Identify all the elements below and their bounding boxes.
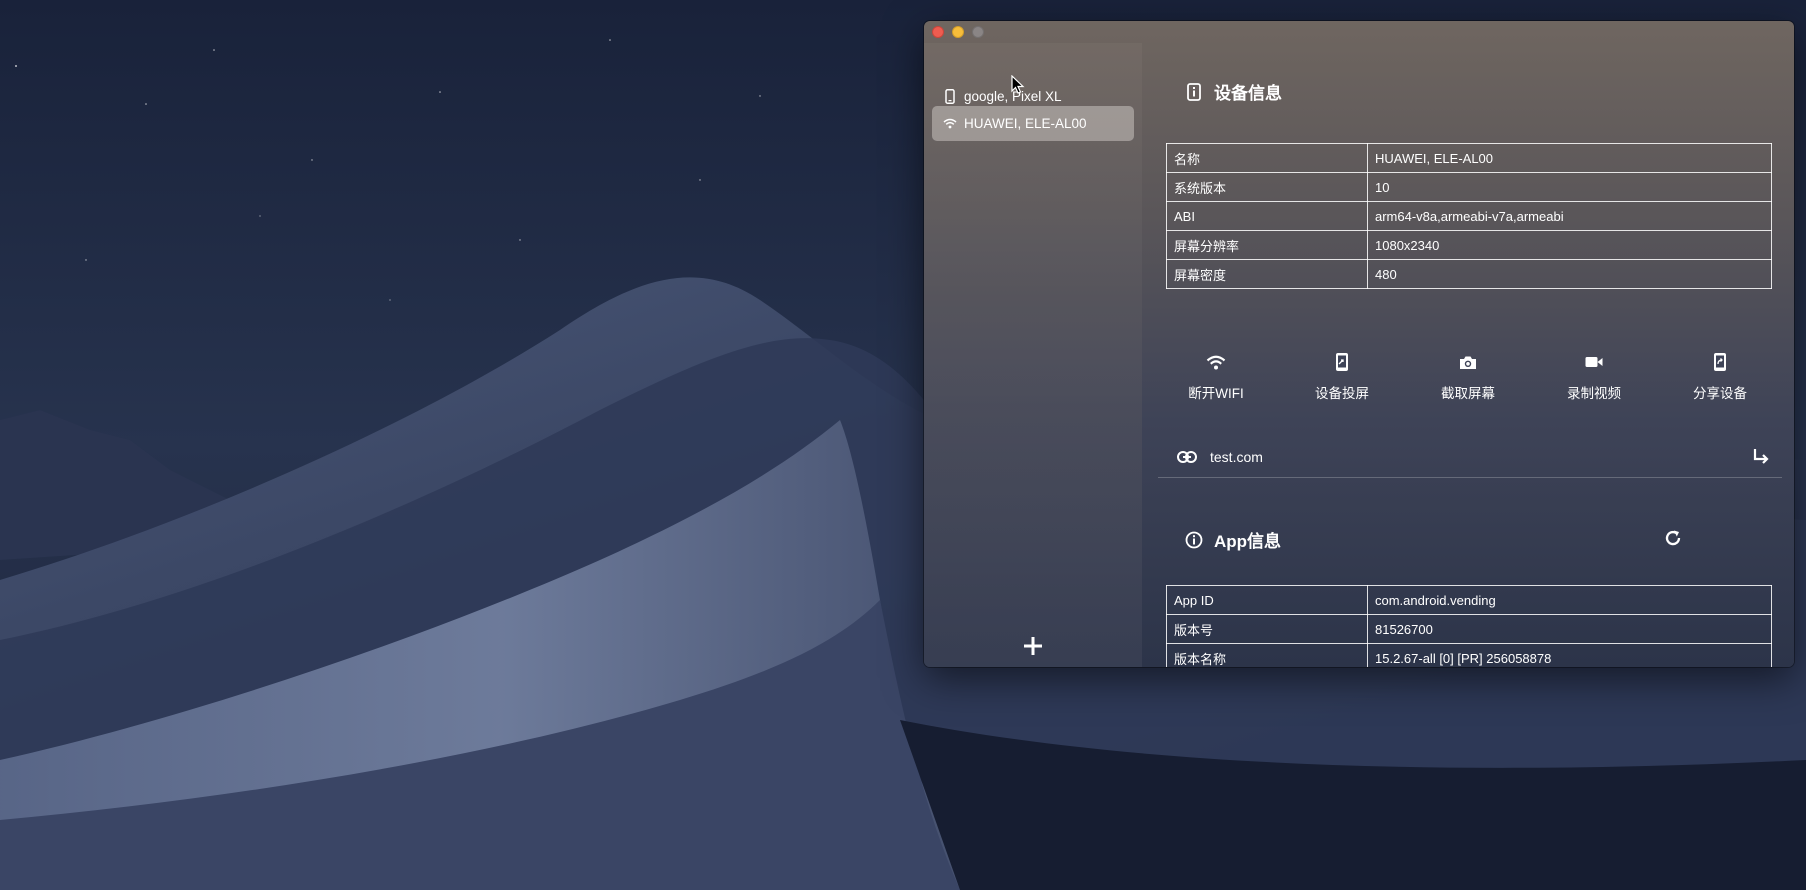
minimize-window-button[interactable] (952, 26, 964, 38)
device-name: HUAWEI, ELE-AL00 (964, 116, 1087, 131)
refresh-button[interactable] (1662, 527, 1684, 549)
wifi-icon (1205, 351, 1227, 373)
main-panel: 设备信息 名称 HUAWEI, ELE-AL00 系统版本 10 ABI arm64-… (1142, 43, 1794, 667)
action-label: 录制视频 (1567, 386, 1621, 401)
add-device-button[interactable] (1020, 633, 1046, 659)
link-row[interactable]: test.com (1158, 437, 1782, 478)
device-actions: 断开WIFI 设备投屏 截取屏幕 录制视频 分享设备 (1166, 351, 1786, 421)
table-row: App ID com.android.vending (1166, 585, 1772, 615)
device-item-huawei[interactable]: HUAWEI, ELE-AL00 (932, 106, 1134, 141)
section-title: 设备信息 (1214, 84, 1282, 103)
device-sidebar: google, Pixel XL HUAWEI, ELE-AL00 (924, 43, 1142, 667)
link-text: test.com (1210, 449, 1263, 465)
close-window-button[interactable] (932, 26, 944, 38)
wifi-icon (942, 116, 958, 132)
info-circle-icon (1184, 530, 1204, 550)
row-label: 屏幕密度 (1166, 259, 1368, 289)
table-row: 版本号 81526700 (1166, 614, 1772, 644)
window-titlebar[interactable] (924, 21, 1794, 43)
table-row: 屏幕分辨率 1080x2340 (1166, 230, 1772, 260)
table-row: 版本名称 15.2.67-all [0] [PR] 256058878 (1166, 643, 1772, 667)
row-value: 81526700 (1367, 614, 1772, 644)
row-label: 系统版本 (1166, 172, 1368, 202)
action-label: 截取屏幕 (1441, 386, 1495, 401)
screenshot-button[interactable]: 截取屏幕 (1418, 351, 1518, 402)
row-label: 版本号 (1166, 614, 1368, 644)
video-camera-icon (1583, 351, 1605, 373)
row-label: ABI (1166, 201, 1368, 231)
row-value: com.android.vending (1367, 585, 1772, 615)
device-info-icon (1184, 82, 1204, 102)
disconnect-wifi-button[interactable]: 断开WIFI (1166, 351, 1266, 402)
section-title: App信息 (1214, 532, 1282, 551)
zoom-window-button[interactable] (972, 26, 984, 38)
link-icon (1176, 447, 1198, 467)
app-window: google, Pixel XL HUAWEI, ELE-AL00 设备信息 名… (924, 21, 1794, 667)
action-label: 分享设备 (1693, 386, 1747, 401)
arrow-turn-right-icon[interactable] (1750, 445, 1772, 467)
table-row: ABI arm64-v8a,armeabi-v7a,armeabi (1166, 201, 1772, 231)
row-value: 480 (1367, 259, 1772, 289)
row-value: 15.2.67-all [0] [PR] 256058878 (1367, 643, 1772, 667)
table-row: 系统版本 10 (1166, 172, 1772, 202)
row-value: 10 (1367, 172, 1772, 202)
table-row: 名称 HUAWEI, ELE-AL00 (1166, 143, 1772, 173)
device-info-header: 设备信息 (1184, 79, 1282, 104)
phone-icon (942, 89, 958, 105)
share-device-button[interactable]: 分享设备 (1670, 351, 1770, 402)
app-info-header: App信息 (1184, 527, 1281, 552)
action-label: 断开WIFI (1188, 386, 1244, 401)
mouse-cursor-icon (1011, 75, 1025, 94)
plus-icon (1024, 637, 1042, 655)
screen-mirror-icon (1331, 351, 1353, 373)
screen-mirror-button[interactable]: 设备投屏 (1292, 351, 1392, 402)
row-value: 1080x2340 (1367, 230, 1772, 260)
camera-icon (1457, 351, 1479, 373)
row-label: App ID (1166, 585, 1368, 615)
row-label: 屏幕分辨率 (1166, 230, 1368, 260)
row-value: arm64-v8a,armeabi-v7a,armeabi (1367, 201, 1772, 231)
table-row: 屏幕密度 480 (1166, 259, 1772, 289)
share-device-icon (1709, 351, 1731, 373)
app-info-table: App ID com.android.vending 版本号 81526700 版本… (1166, 585, 1772, 667)
refresh-icon (1665, 530, 1681, 546)
row-value: HUAWEI, ELE-AL00 (1367, 143, 1772, 173)
action-label: 设备投屏 (1315, 386, 1369, 401)
device-info-table: 名称 HUAWEI, ELE-AL00 系统版本 10 ABI arm64-v8a,a… (1166, 143, 1772, 289)
row-label: 版本名称 (1166, 643, 1368, 667)
row-label: 名称 (1166, 143, 1368, 173)
record-video-button[interactable]: 录制视频 (1544, 351, 1644, 402)
